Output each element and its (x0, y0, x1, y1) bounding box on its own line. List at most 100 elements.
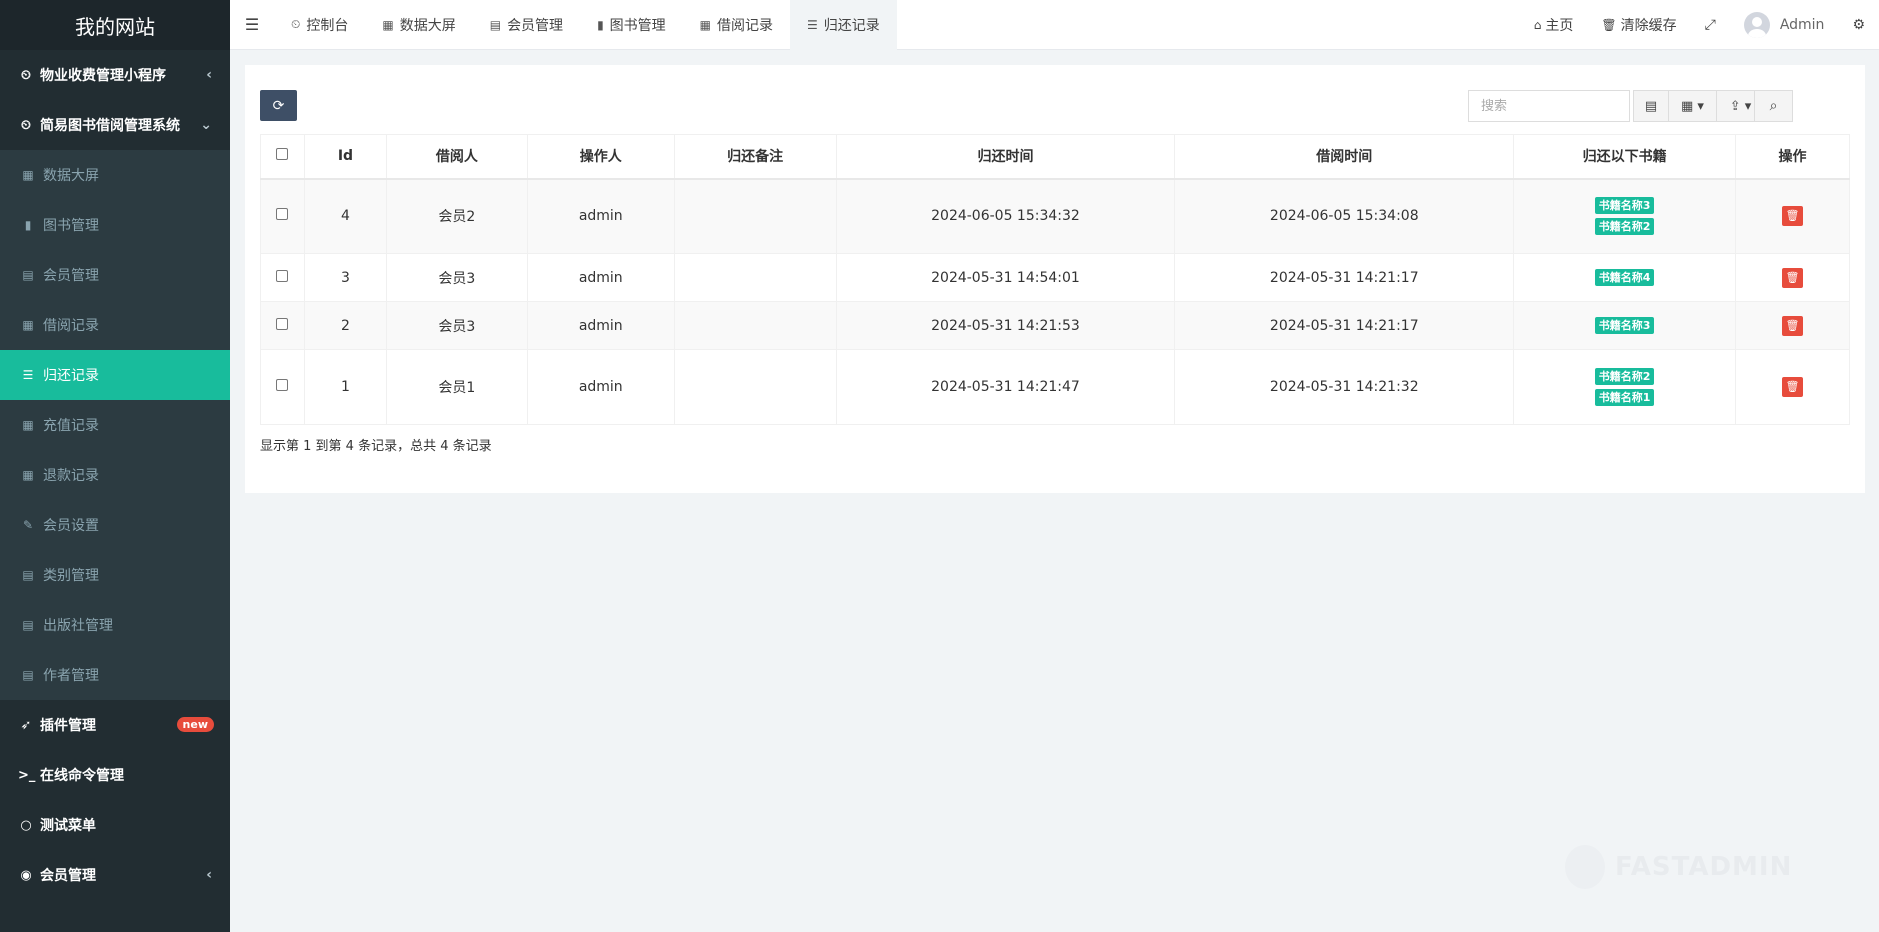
table-icon: ▦ (699, 17, 712, 32)
tab-data-screen[interactable]: ▦ 数据大屏 (365, 0, 472, 50)
columns-dropdown-button[interactable]: ▦ ▾ (1668, 90, 1717, 122)
cell-actions: 🗑 (1735, 301, 1850, 350)
tab-dashboard[interactable]: ⏲ 控制台 (274, 0, 365, 50)
table-icon: ▦ (22, 318, 34, 332)
column-header[interactable]: 归还备注 (673, 134, 837, 180)
site-logo[interactable]: 我的网站 (0, 0, 230, 50)
top-navbar: ☰ ⏲ 控制台 ▦ 数据大屏 ▤ 会员管理 ▮ 图书管理 ▦ 借阅记录 ☰ 归还… (230, 0, 1879, 50)
tab-return-records[interactable]: ☰ 归还记录 (790, 0, 897, 50)
book-tag: 书籍名称4 (1594, 269, 1655, 286)
sidebar-item-borrow-records[interactable]: ▦ 借阅记录 (0, 300, 230, 350)
tab-books[interactable]: ▮ 图书管理 (580, 0, 683, 50)
cell-return-time: 2024-05-31 14:21:53 (835, 301, 1176, 350)
sidebar-menu-property[interactable]: ⏲ 物业收费管理小程序 ‹ (0, 50, 230, 100)
sidebar-menu-library[interactable]: ⏲ 简易图书借阅管理系统 ⌄ (0, 100, 230, 150)
column-header[interactable]: 借阅人 (385, 134, 528, 180)
tab-members[interactable]: ▤ 会员管理 (473, 0, 580, 50)
cell-actions: 🗑 (1735, 349, 1850, 425)
row-select-cell (260, 253, 305, 302)
refresh-button[interactable]: ⟳ (260, 90, 297, 121)
edit-icon: ✎ (22, 518, 34, 532)
list-alt-icon: ▤ (22, 568, 34, 582)
cell-borrow-time: 2024-05-31 14:21:17 (1174, 301, 1515, 350)
sidebar-item-books[interactable]: ▮ 图书管理 (0, 200, 230, 250)
trash-icon: 🗑 (1785, 380, 1800, 393)
row-select-cell (260, 349, 305, 425)
sidebar-item-label: 数据大屏 (43, 168, 99, 184)
book-tag: 书籍名称3 (1594, 197, 1655, 215)
select-all-checkbox[interactable] (276, 148, 289, 161)
search-button[interactable]: ⌕ (1754, 90, 1793, 122)
list-view-icon: ▤ (1644, 98, 1658, 114)
sidebar-item-label: 类别管理 (43, 568, 99, 584)
row-checkbox[interactable] (276, 317, 289, 330)
sidebar-menu-label: 简易图书借阅管理系统 (40, 118, 180, 134)
table-icon: ▦ (22, 418, 34, 432)
column-header: 操作 (1735, 134, 1850, 180)
sidebar-item-publishers[interactable]: ▤ 出版社管理 (0, 600, 230, 650)
cell-operator: admin (526, 349, 675, 425)
tab-label: 数据大屏 (399, 17, 456, 34)
table-row: 1 会员1 admin 2024-05-31 14:21:47 2024-05-… (260, 349, 1850, 425)
tab-label: 图书管理 (609, 17, 666, 34)
dashboard-icon: ⏲ (20, 67, 32, 83)
clear-cache-button[interactable]: 🗑 清除缓存 (1587, 0, 1690, 50)
hamburger-menu-icon[interactable]: ☰ (230, 0, 274, 50)
cell-id: 2 (303, 301, 387, 350)
sidebar-item-label: 充值记录 (43, 418, 99, 434)
delete-button[interactable]: 🗑 (1782, 206, 1803, 227)
user-menu[interactable]: Admin (1730, 0, 1839, 50)
list-alt-icon: ▤ (22, 618, 34, 632)
column-header[interactable]: 归还时间 (835, 134, 1176, 180)
settings-cogs-icon[interactable]: ⚙ (1838, 0, 1879, 50)
sidebar-item-authors[interactable]: ▤ 作者管理 (0, 650, 230, 700)
row-checkbox[interactable] (276, 269, 289, 282)
sidebar-item-member-settings[interactable]: ✎ 会员设置 (0, 500, 230, 550)
column-header[interactable]: 借阅时间 (1174, 134, 1515, 180)
list-alt-icon: ▤ (489, 17, 502, 32)
book-tag: 书籍名称1 (1594, 389, 1655, 406)
tab-borrow-records[interactable]: ▦ 借阅记录 (683, 0, 790, 50)
sidebar-item-return-records[interactable]: ☰ 归还记录 (0, 350, 230, 400)
cell-actions: 🗑 (1735, 253, 1850, 302)
column-header[interactable]: 归还以下书籍 (1513, 134, 1736, 180)
delete-button[interactable]: 🗑 (1782, 377, 1803, 397)
sidebar-item-refund-records[interactable]: ▦ 退款记录 (0, 450, 230, 500)
fullscreen-icon[interactable]: ⤢ (1691, 0, 1730, 50)
user-name: Admin (1779, 17, 1825, 33)
toggle-view-button[interactable]: ▤ (1633, 90, 1669, 122)
sidebar-item-members[interactable]: ▤ 会员管理 (0, 250, 230, 300)
delete-button[interactable]: 🗑 (1782, 315, 1803, 336)
search-input[interactable] (1468, 90, 1630, 122)
clear-cache-label: 清除缓存 (1620, 18, 1677, 34)
row-checkbox[interactable] (276, 208, 289, 221)
delete-button[interactable]: 🗑 (1782, 267, 1803, 288)
sidebar-item-categories[interactable]: ▤ 类别管理 (0, 550, 230, 600)
trash-icon: 🗑 (1785, 270, 1800, 284)
dashboard-icon: ⏲ (20, 117, 32, 133)
column-header[interactable]: 操作人 (526, 134, 675, 180)
sidebar-item-label: 退款记录 (43, 468, 99, 484)
sidebar-item-recharge-records[interactable]: ▦ 充值记录 (0, 400, 230, 450)
sidebar-menu-label: 插件管理 (40, 718, 96, 734)
cell-books: 书籍名称3 (1513, 301, 1736, 350)
column-header[interactable]: Id (303, 134, 387, 180)
sidebar-item-data-screen[interactable]: ▦ 数据大屏 (0, 150, 230, 200)
sidebar-menu-test[interactable]: ○ 测试菜单 (0, 800, 230, 850)
sidebar-item-label: 出版社管理 (43, 618, 113, 634)
user-circle-icon: ◉ (20, 867, 32, 883)
sidebar-menu-plugins[interactable]: ➶ 插件管理 new (0, 700, 230, 750)
fastadmin-watermark: FASTADMIN (1565, 845, 1792, 889)
return-records-table: Id 借阅人 操作人 归还备注 归还时间 借阅时间 归还以下书籍 操作 4 会员… (260, 134, 1850, 425)
tab-label: 归还记录 (823, 17, 880, 34)
home-link[interactable]: ⌂ 主页 (1520, 0, 1588, 50)
fastadmin-logo-icon (1565, 845, 1605, 889)
rocket-icon: ➶ (20, 717, 32, 733)
cell-return-time: 2024-05-31 14:54:01 (835, 253, 1176, 302)
sidebar-menu-terminal[interactable]: >_ 在线命令管理 (0, 750, 230, 800)
cell-operator: admin (526, 178, 675, 254)
row-checkbox[interactable] (276, 379, 289, 391)
sidebar-menu-member-admin[interactable]: ◉ 会员管理 ‹ (0, 850, 230, 900)
tab-label: 借阅记录 (717, 17, 774, 34)
row-select-cell (260, 178, 305, 254)
